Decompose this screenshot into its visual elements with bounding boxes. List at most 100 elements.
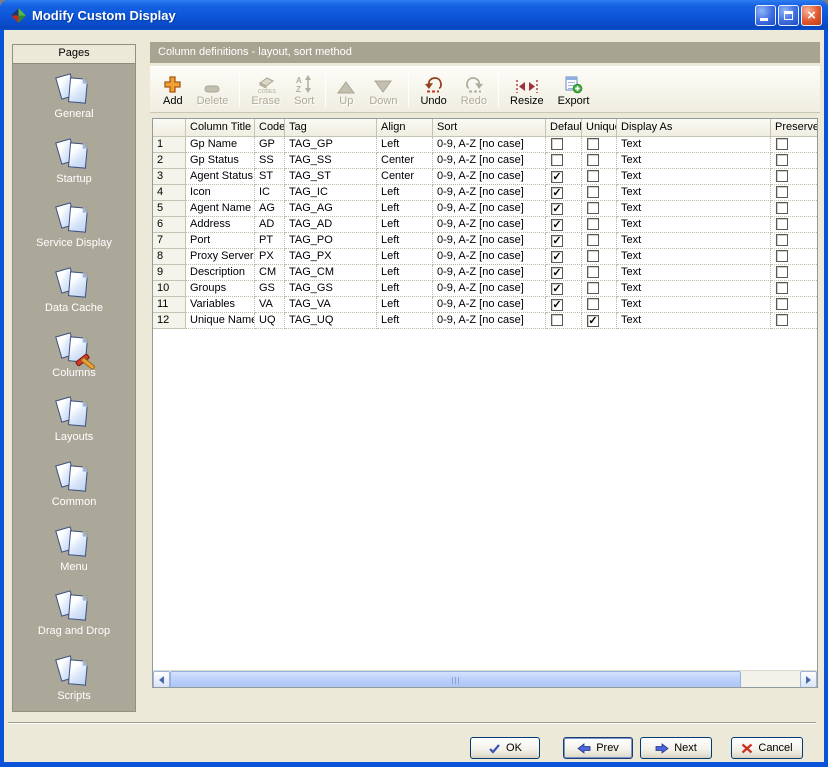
align-cell[interactable]: Left xyxy=(377,217,433,233)
display-as-cell[interactable]: Text xyxy=(617,281,771,297)
default-cell[interactable] xyxy=(546,265,582,281)
code-cell[interactable]: IC xyxy=(255,185,285,201)
delete-button[interactable]: Delete xyxy=(190,70,236,110)
unique-cell[interactable] xyxy=(582,137,617,153)
default-checkbox[interactable] xyxy=(551,314,563,326)
tag-cell[interactable]: TAG_IC xyxy=(285,185,377,201)
maximize-button[interactable] xyxy=(778,5,799,26)
resize-button[interactable]: Resize xyxy=(503,70,551,110)
tag-cell[interactable]: TAG_PX xyxy=(285,249,377,265)
preserve-checkbox[interactable] xyxy=(776,138,788,150)
preserve-cell[interactable] xyxy=(771,137,817,153)
code-cell[interactable]: CM xyxy=(255,265,285,281)
sidebar-item[interactable]: Common xyxy=(13,452,135,517)
display-as-cell[interactable]: Text xyxy=(617,233,771,249)
code-cell[interactable]: PT xyxy=(255,233,285,249)
display-as-cell[interactable]: Text xyxy=(617,297,771,313)
display-as-cell[interactable]: Text xyxy=(617,265,771,281)
default-checkbox[interactable] xyxy=(551,299,563,311)
unique-checkbox[interactable] xyxy=(587,186,599,198)
preserve-cell[interactable] xyxy=(771,201,817,217)
header-cell-column-title[interactable]: Column Title xyxy=(186,119,255,137)
sort-cell[interactable]: 0-9, A-Z [no case] xyxy=(433,169,546,185)
align-cell[interactable]: Left xyxy=(377,233,433,249)
table-row[interactable]: 3 Agent Status ST TAG_ST Center 0-9, A-Z… xyxy=(153,169,817,185)
default-cell[interactable] xyxy=(546,297,582,313)
default-checkbox[interactable] xyxy=(551,251,563,263)
sort-cell[interactable]: 0-9, A-Z [no case] xyxy=(433,297,546,313)
table-row[interactable]: 2 Gp Status SS TAG_SS Center 0-9, A-Z [n… xyxy=(153,153,817,169)
align-cell[interactable]: Left xyxy=(377,265,433,281)
tag-cell[interactable]: TAG_VA xyxy=(285,297,377,313)
column-title-cell[interactable]: Gp Name xyxy=(186,137,255,153)
default-checkbox[interactable] xyxy=(551,154,563,166)
titlebar[interactable]: Modify Custom Display × xyxy=(0,0,828,30)
preserve-checkbox[interactable] xyxy=(776,154,788,166)
column-title-cell[interactable]: Agent Status xyxy=(186,169,255,185)
sort-cell[interactable]: 0-9, A-Z [no case] xyxy=(433,185,546,201)
tag-cell[interactable]: TAG_GS xyxy=(285,281,377,297)
preserve-checkbox[interactable] xyxy=(776,314,788,326)
column-title-cell[interactable]: Port xyxy=(186,233,255,249)
default-cell[interactable] xyxy=(546,137,582,153)
preserve-checkbox[interactable] xyxy=(776,282,788,294)
default-cell[interactable] xyxy=(546,153,582,169)
sidebar-item[interactable]: Drag and Drop xyxy=(13,582,135,647)
unique-cell[interactable] xyxy=(582,265,617,281)
default-cell[interactable] xyxy=(546,201,582,217)
preserve-cell[interactable] xyxy=(771,265,817,281)
unique-checkbox[interactable] xyxy=(587,266,599,278)
table-row[interactable]: 11 Variables VA TAG_VA Left 0-9, A-Z [no… xyxy=(153,297,817,313)
tag-cell[interactable]: TAG_AG xyxy=(285,201,377,217)
unique-checkbox[interactable] xyxy=(587,298,599,310)
align-cell[interactable]: Left xyxy=(377,137,433,153)
redo-button[interactable]: Redo xyxy=(454,70,494,110)
code-cell[interactable]: VA xyxy=(255,297,285,313)
column-title-cell[interactable]: Icon xyxy=(186,185,255,201)
align-cell[interactable]: Left xyxy=(377,201,433,217)
default-checkbox[interactable] xyxy=(551,219,563,231)
code-cell[interactable]: GS xyxy=(255,281,285,297)
header-cell-preserve[interactable]: Preserve xyxy=(771,119,817,137)
undo-button[interactable]: Undo xyxy=(413,70,453,110)
unique-cell[interactable] xyxy=(582,185,617,201)
unique-checkbox[interactable] xyxy=(587,218,599,230)
preserve-checkbox[interactable] xyxy=(776,170,788,182)
header-cell-tag[interactable]: Tag xyxy=(285,119,377,137)
preserve-checkbox[interactable] xyxy=(776,298,788,310)
export-button[interactable]: Export xyxy=(551,70,597,110)
unique-cell[interactable] xyxy=(582,313,617,329)
header-cell-default[interactable]: Default xyxy=(546,119,582,137)
default-cell[interactable] xyxy=(546,185,582,201)
code-cell[interactable]: SS xyxy=(255,153,285,169)
unique-checkbox[interactable] xyxy=(587,250,599,262)
tag-cell[interactable]: TAG_CM xyxy=(285,265,377,281)
code-cell[interactable]: AD xyxy=(255,217,285,233)
unique-checkbox[interactable] xyxy=(587,154,599,166)
code-cell[interactable]: PX xyxy=(255,249,285,265)
sidebar-item[interactable]: General xyxy=(13,64,135,129)
code-cell[interactable]: GP xyxy=(255,137,285,153)
code-cell[interactable]: ST xyxy=(255,169,285,185)
default-cell[interactable] xyxy=(546,281,582,297)
sort-cell[interactable]: 0-9, A-Z [no case] xyxy=(433,217,546,233)
display-as-cell[interactable]: Text xyxy=(617,217,771,233)
down-button[interactable]: Down xyxy=(362,70,404,110)
table-row[interactable]: 4 Icon IC TAG_IC Left 0-9, A-Z [no case]… xyxy=(153,185,817,201)
default-cell[interactable] xyxy=(546,249,582,265)
sort-cell[interactable]: 0-9, A-Z [no case] xyxy=(433,153,546,169)
sort-cell[interactable]: 0-9, A-Z [no case] xyxy=(433,137,546,153)
preserve-checkbox[interactable] xyxy=(776,250,788,262)
code-cell[interactable]: AG xyxy=(255,201,285,217)
erase-button[interactable]: CODES Erase xyxy=(244,70,287,110)
sidebar-item[interactable]: Menu xyxy=(13,517,135,582)
preserve-checkbox[interactable] xyxy=(776,202,788,214)
table-row[interactable]: 10 Groups GS TAG_GS Left 0-9, A-Z [no ca… xyxy=(153,281,817,297)
default-checkbox[interactable] xyxy=(551,171,563,183)
unique-cell[interactable] xyxy=(582,169,617,185)
table-row[interactable]: 6 Address AD TAG_AD Left 0-9, A-Z [no ca… xyxy=(153,217,817,233)
table-row[interactable]: 5 Agent Name AG TAG_AG Left 0-9, A-Z [no… xyxy=(153,201,817,217)
table-row[interactable]: 7 Port PT TAG_PO Left 0-9, A-Z [no case]… xyxy=(153,233,817,249)
column-title-cell[interactable]: Proxy Server xyxy=(186,249,255,265)
preserve-cell[interactable] xyxy=(771,185,817,201)
